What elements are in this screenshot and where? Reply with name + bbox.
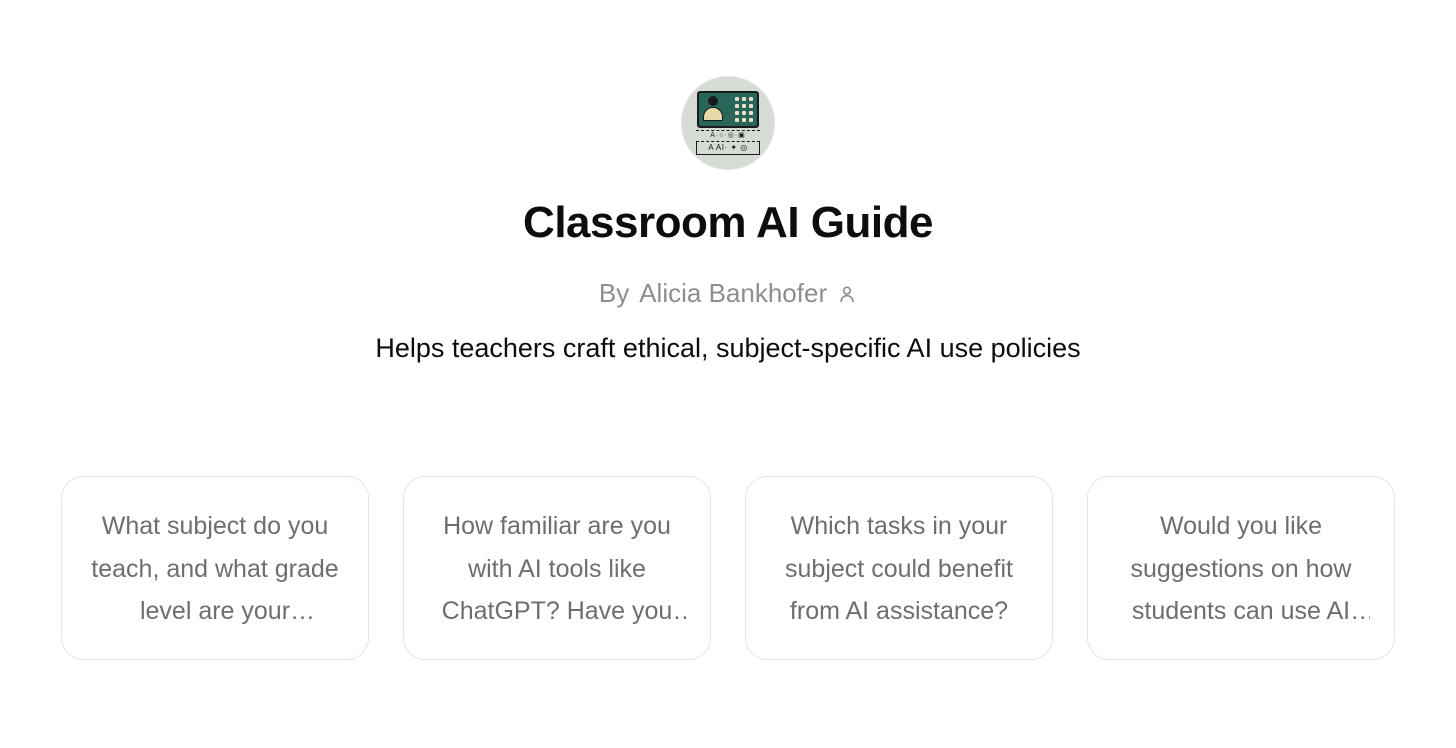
byline-prefix: By	[599, 278, 629, 309]
prompt-text: Would you like suggestions on how studen…	[1112, 505, 1370, 633]
person-icon	[837, 284, 857, 304]
prompt-suggestions: What subject do you teach, and what grad…	[60, 476, 1396, 660]
avatar-illustration: A·○·◎·▣ A AI· ✦ ◎	[696, 91, 760, 155]
bot-description: Helps teachers craft ethical, subject-sp…	[375, 333, 1080, 364]
prompt-card[interactable]: Which tasks in your subject could benefi…	[745, 476, 1053, 660]
prompt-card[interactable]: Would you like suggestions on how studen…	[1087, 476, 1395, 660]
prompt-card[interactable]: What subject do you teach, and what grad…	[61, 476, 369, 660]
prompt-text: How familiar are you with AI tools like …	[428, 505, 686, 633]
prompt-text: Which tasks in your subject could benefi…	[770, 505, 1028, 633]
bot-avatar: A·○·◎·▣ A AI· ✦ ◎	[681, 76, 775, 170]
prompt-card[interactable]: How familiar are you with AI tools like …	[403, 476, 711, 660]
author-name: Alicia Bankhofer	[639, 278, 827, 309]
page-title: Classroom AI Guide	[523, 198, 933, 248]
byline: By Alicia Bankhofer	[599, 278, 857, 309]
prompt-text: What subject do you teach, and what grad…	[86, 505, 344, 633]
